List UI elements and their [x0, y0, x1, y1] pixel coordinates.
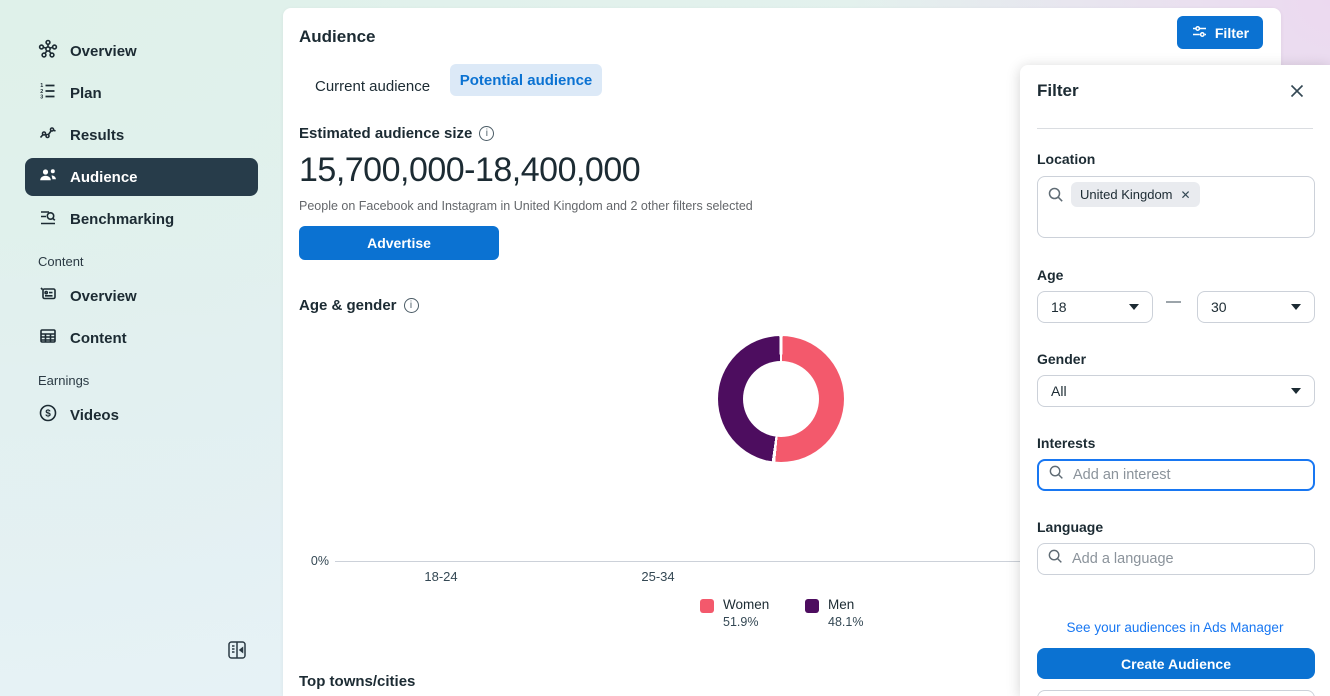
legend-item-women: Women 51.9%: [700, 597, 769, 629]
info-icon[interactable]: i: [479, 126, 494, 141]
sidebar-item-label: Videos: [70, 407, 119, 424]
top-towns-heading: Top towns/cities: [299, 673, 415, 690]
location-label: Location: [1037, 151, 1095, 167]
age-max-dropdown[interactable]: 30: [1197, 291, 1315, 323]
legend-value: 51.9%: [723, 615, 769, 629]
estimated-size-heading: Estimated audience size i: [299, 125, 494, 142]
estimated-size-description: People on Facebook and Instagram in Unit…: [299, 199, 753, 213]
sidebar-item-benchmarking[interactable]: Benchmarking: [0, 198, 283, 240]
sidebar-item-label: Benchmarking: [70, 211, 174, 228]
svg-text:$: $: [45, 409, 51, 420]
sidebar-item-label: Plan: [70, 85, 102, 102]
sidebar-section-content: Content: [0, 240, 283, 275]
remove-tag-icon[interactable]: ✕: [1181, 188, 1191, 202]
sidebar-item-label: Audience: [70, 169, 138, 186]
app-screen: Overview 1 2 3 Plan Results: [0, 0, 1330, 696]
legend-label: Men: [828, 597, 863, 612]
chevron-down-icon: [1291, 304, 1301, 310]
age-min-dropdown[interactable]: 18: [1037, 291, 1153, 323]
sidebar-item-audience[interactable]: Audience: [25, 158, 258, 196]
legend-label: Women: [723, 597, 769, 612]
interests-label: Interests: [1037, 435, 1095, 451]
search-icon: [1048, 464, 1065, 486]
y-axis-tick: 0%: [299, 554, 329, 568]
advertise-button[interactable]: Advertise: [299, 226, 499, 260]
close-icon[interactable]: [1288, 82, 1306, 100]
legend-value: 48.1%: [828, 615, 863, 629]
location-input[interactable]: United Kingdom ✕: [1037, 176, 1315, 238]
legend-item-men: Men 48.1%: [805, 597, 863, 629]
tab-current-audience[interactable]: Current audience: [315, 71, 430, 103]
network-icon: [38, 39, 58, 63]
filter-button-label: Filter: [1215, 25, 1249, 41]
gender-dropdown[interactable]: All: [1037, 375, 1315, 407]
page-title: Audience: [299, 27, 376, 47]
dollar-circle-icon: $: [38, 403, 58, 427]
sidebar-item-videos[interactable]: $ Videos: [0, 394, 283, 436]
sidebar-item-content[interactable]: Content: [0, 317, 283, 359]
svg-text:3: 3: [40, 94, 43, 100]
location-tag-united-kingdom[interactable]: United Kingdom ✕: [1071, 182, 1200, 207]
sidebar: Overview 1 2 3 Plan Results: [0, 0, 283, 696]
gender-donut-chart: [718, 336, 844, 462]
x-axis-tick-25-34: 25-34: [618, 569, 698, 584]
table-grid-icon: [38, 326, 58, 350]
interests-input[interactable]: [1073, 467, 1304, 483]
secondary-button-cutoff[interactable]: [1037, 690, 1315, 696]
sidebar-item-content-overview[interactable]: Overview: [0, 275, 283, 317]
language-input[interactable]: [1072, 551, 1305, 567]
sliders-icon: [1191, 23, 1208, 43]
women-swatch: [700, 599, 714, 613]
info-icon[interactable]: i: [404, 298, 419, 313]
people-icon: [38, 165, 58, 189]
filter-button[interactable]: Filter: [1177, 16, 1263, 49]
filter-panel-title: Filter: [1037, 81, 1079, 101]
chevron-down-icon: [1129, 304, 1139, 310]
sidebar-item-label: Results: [70, 127, 124, 144]
create-audience-button[interactable]: Create Audience: [1037, 648, 1315, 679]
filter-panel: Filter Location United Kingdom ✕ Age 18 …: [1020, 65, 1330, 696]
sidebar-item-label: Overview: [70, 43, 137, 60]
ads-manager-link[interactable]: See your audiences in Ads Manager: [1020, 620, 1330, 635]
x-axis-tick-18-24: 18-24: [401, 569, 481, 584]
age-range-separator: —: [1166, 293, 1181, 310]
collapse-sidebar-icon[interactable]: [226, 639, 248, 661]
sidebar-section-earnings: Earnings: [0, 359, 283, 394]
sidebar-item-plan[interactable]: 1 2 3 Plan: [0, 72, 283, 114]
numbered-list-icon: 1 2 3: [38, 81, 58, 105]
search-icon: [1047, 548, 1064, 570]
sidebar-item-label: Content: [70, 330, 127, 347]
sidebar-item-label: Overview: [70, 288, 137, 305]
language-search-field: [1037, 543, 1315, 575]
donut-hole: [743, 361, 819, 437]
sidebar-item-overview[interactable]: Overview: [0, 30, 283, 72]
sidebar-item-results[interactable]: Results: [0, 114, 283, 156]
benchmark-search-icon: [38, 207, 58, 231]
line-chart-icon: [38, 123, 58, 147]
men-swatch: [805, 599, 819, 613]
gender-label: Gender: [1037, 351, 1086, 367]
age-gender-heading: Age & gender i: [299, 297, 419, 314]
language-label: Language: [1037, 519, 1103, 535]
search-icon: [1047, 186, 1065, 209]
divider: [1037, 128, 1313, 129]
estimated-size-value: 15,700,000-18,400,000: [299, 151, 640, 190]
tab-potential-audience[interactable]: Potential audience: [450, 64, 602, 96]
age-label: Age: [1037, 267, 1063, 283]
interests-search-field: [1037, 459, 1315, 491]
post-card-icon: [38, 284, 58, 308]
chevron-down-icon: [1291, 388, 1301, 394]
